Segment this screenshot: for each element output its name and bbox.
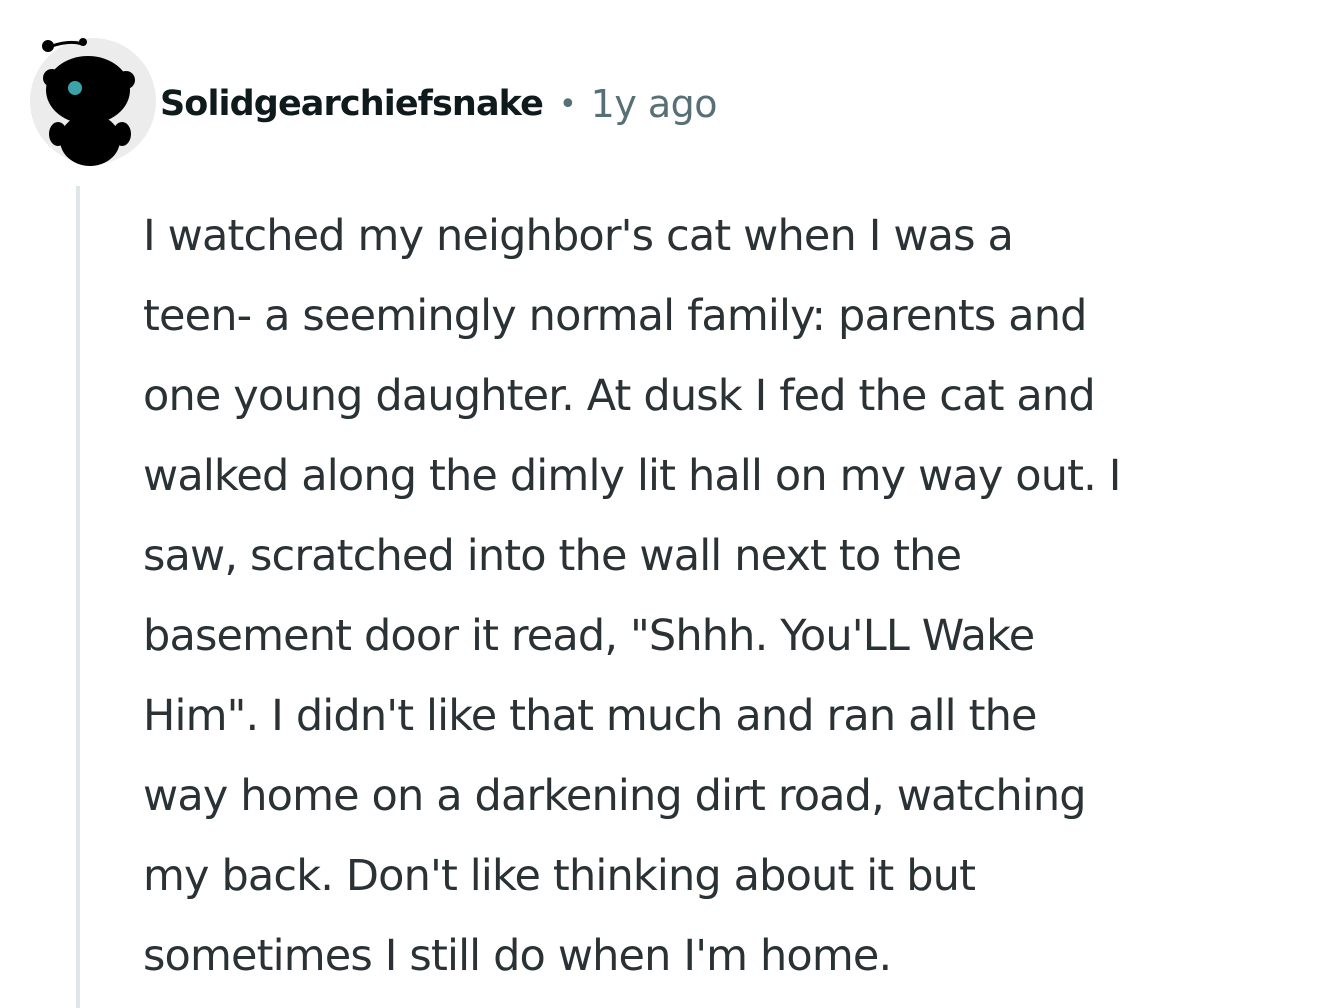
author-username[interactable]: Solidgearchiefsnake [160, 84, 544, 124]
comment-timestamp[interactable]: 1y ago [591, 82, 718, 126]
comment-body-line: sometimes I still do when I'm home. [143, 931, 892, 981]
comment-body-line: saw, scratched into the wall next to the [143, 531, 962, 581]
comment-body-line: I watched my neighbor's cat when I was a [143, 211, 1014, 261]
comment: Solidgearchiefsnake • 1y ago I watched m… [0, 0, 1326, 1008]
comment-body-line: my back. Don't like thinking about it bu… [143, 851, 976, 901]
comment-header: Solidgearchiefsnake • 1y ago [160, 76, 718, 132]
comment-body-line: way home on a darkening dirt road, watch… [143, 771, 1087, 821]
snoo-avatar-icon [42, 38, 135, 166]
meta-separator: • [558, 86, 577, 122]
user-avatar[interactable] [30, 38, 156, 166]
comment-body-line: basement door it read, "Shhh. You'LL Wak… [143, 611, 1035, 661]
comment-body-line: walked along the dimly lit hall on my wa… [143, 451, 1121, 501]
comment-body-line: Him". I didn't like that much and ran al… [143, 691, 1037, 741]
thread-line[interactable] [76, 186, 80, 1008]
comment-body-line: one young daughter. At dusk I fed the ca… [143, 371, 1096, 421]
comment-body: I watched my neighbor's cat when I was a… [143, 196, 1313, 996]
comment-body-line: teen- a seemingly normal family: parents… [143, 291, 1087, 341]
